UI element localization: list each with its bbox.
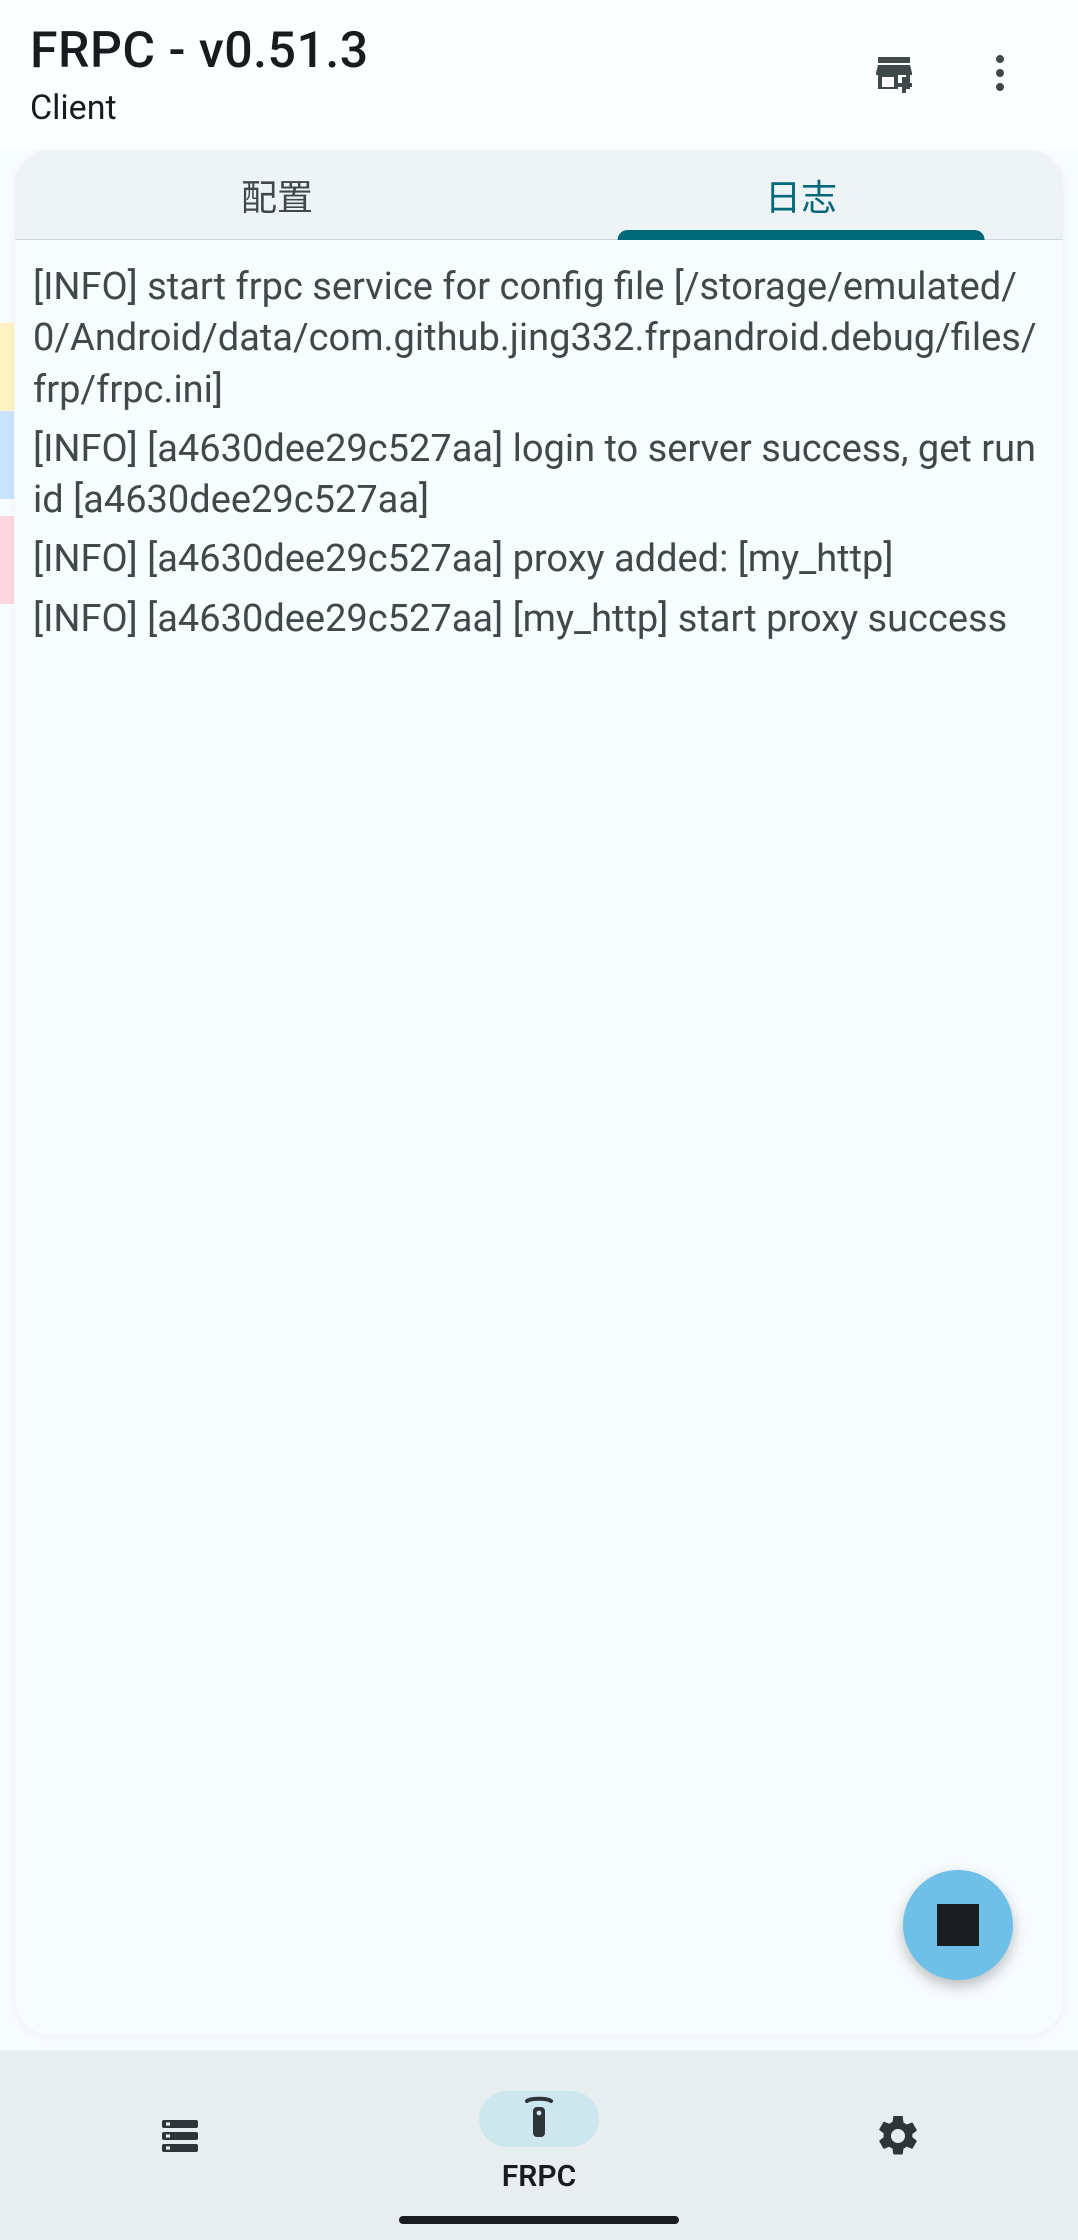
tab-config-label: 配置 (241, 169, 313, 221)
log-line: [INFO] start frpc service for config fil… (33, 262, 1045, 416)
edge-accent-pink (0, 516, 14, 604)
app-subtitle: Client (30, 88, 369, 128)
gesture-bar (399, 2216, 679, 2224)
tab-log[interactable]: 日志 (539, 150, 1063, 239)
header-titles: FRPC - v0.51.3 Client (30, 22, 369, 128)
log-output[interactable]: [INFO] start frpc service for config fil… (15, 240, 1063, 2035)
main-card: 配置 日志 [INFO] start frpc service for conf… (15, 150, 1063, 2035)
more-vert-icon (976, 49, 1024, 101)
tab-log-label: 日志 (765, 169, 837, 221)
nav-item-server[interactable] (0, 2082, 359, 2202)
tab-bar: 配置 日志 (15, 150, 1063, 240)
remote-icon (515, 2095, 563, 2143)
app-title: FRPC - v0.51.3 (30, 22, 369, 80)
nav-item-frpc[interactable]: FRPC (359, 2082, 718, 2202)
more-options-button[interactable] (952, 27, 1048, 123)
bottom-nav: FRPC (0, 2050, 1078, 2240)
log-line: [INFO] [a4630dee29c527aa] [my_http] star… (33, 594, 1045, 645)
gear-icon (874, 2112, 922, 2160)
store-add-icon (870, 49, 918, 101)
server-icon (156, 2112, 204, 2160)
add-store-button[interactable] (846, 27, 942, 123)
app-header: FRPC - v0.51.3 Client (0, 0, 1078, 150)
stop-icon (937, 1904, 979, 1946)
log-line: [INFO] [a4630dee29c527aa] proxy added: [… (33, 534, 1045, 585)
edge-accent-yellow (0, 323, 14, 411)
log-line: [INFO] [a4630dee29c527aa] login to serve… (33, 424, 1045, 527)
stop-fab[interactable] (903, 1870, 1013, 1980)
nav-item-settings[interactable] (719, 2082, 1078, 2202)
nav-label-frpc: FRPC (502, 2159, 576, 2194)
tab-indicator (618, 230, 985, 240)
edge-accent-blue (0, 411, 14, 499)
tab-config[interactable]: 配置 (15, 150, 539, 239)
